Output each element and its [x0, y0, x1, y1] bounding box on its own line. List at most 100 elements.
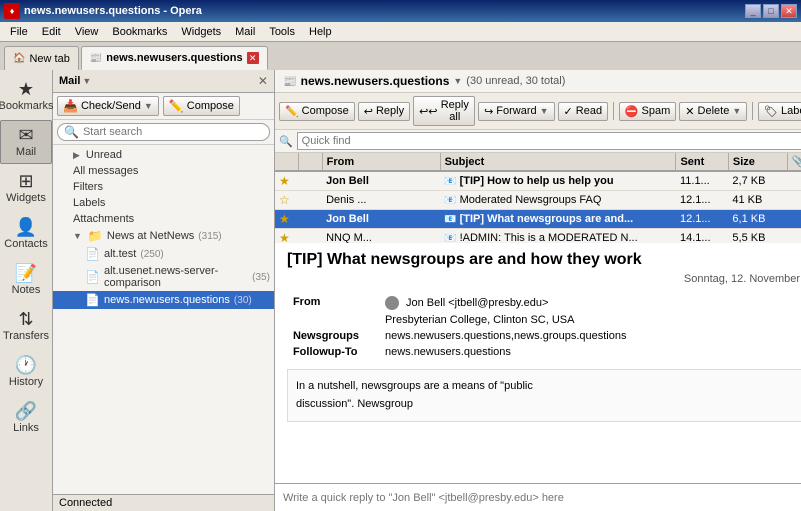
delete-label: Delete	[698, 105, 730, 117]
message-headers: From Jon Bell <jtbell@presby.edu> Presby…	[287, 293, 801, 361]
newsgroup-dropdown-arrow[interactable]: ▼	[453, 76, 462, 86]
label-label: Label	[781, 105, 801, 117]
menu-view[interactable]: View	[69, 24, 105, 40]
msg-icon: 📧	[444, 195, 456, 206]
star-cell[interactable]: ★	[275, 210, 299, 229]
nnq-icon: 📄	[85, 293, 100, 307]
reply-button[interactable]: ↩ Reply	[358, 102, 410, 121]
sidebar-item-links[interactable]: 🔗 Links	[0, 396, 52, 440]
msg-icon: 📧	[444, 176, 456, 187]
title-bar: ♦ news.newusers.questions - Opera _ □ ✕	[0, 0, 801, 22]
menu-file[interactable]: File	[4, 24, 34, 40]
col-subject[interactable]: Subject	[440, 153, 676, 171]
menu-widgets[interactable]: Widgets	[175, 24, 227, 40]
tab-bar: 🏠 New tab 📰 news.newusers.questions ✕	[0, 42, 801, 70]
table-row[interactable]: ☆ Denis ... 📧 Moderated Newsgroups FAQ 1…	[275, 191, 801, 210]
size-cell: 41 KB	[728, 191, 787, 210]
reply-all-icon: ↩↩	[419, 105, 437, 118]
left-compose-button[interactable]: ✏️ Compose	[163, 96, 240, 116]
panel-close-button[interactable]: ✕	[258, 74, 268, 88]
minimize-button[interactable]: _	[745, 4, 761, 18]
tab-close-button[interactable]: ✕	[247, 52, 259, 64]
quick-find-input[interactable]	[297, 132, 801, 150]
netnews-count: (315)	[198, 231, 221, 242]
col-attach[interactable]: 📎	[787, 153, 801, 171]
tree-item-alt-usenet[interactable]: 📄 alt.usenet.news-server-comparison (35)	[53, 263, 274, 291]
sidebar-item-widgets[interactable]: ⊞ Widgets	[0, 166, 52, 210]
flag-cell	[299, 229, 323, 244]
left-status-bar: Connected	[53, 494, 274, 511]
star-cell[interactable]: ★	[275, 229, 299, 244]
tree-label-attachments: Attachments	[73, 213, 134, 225]
sidebar-item-contacts[interactable]: 👤 Contacts	[0, 212, 52, 256]
tree-item-all-messages[interactable]: All messages	[53, 163, 274, 179]
flag-cell	[299, 171, 323, 191]
forward-arrow[interactable]: ▼	[540, 106, 549, 116]
tree-item-filters[interactable]: Filters	[53, 179, 274, 195]
check-send-label: Check/Send	[81, 100, 141, 112]
forward-button[interactable]: ↪ Forward ▼	[478, 102, 554, 121]
menu-mail[interactable]: Mail	[229, 24, 261, 40]
table-row[interactable]: ★ NNQ M... 📧 !ADMIN: This is a MODERATED…	[275, 229, 801, 244]
close-button[interactable]: ✕	[781, 4, 797, 18]
main-area: ★ Bookmarks ✉ Mail ⊞ Widgets 👤 Contacts …	[0, 70, 801, 511]
tree-item-netnews[interactable]: ▼ 📁 News at NetNews (315)	[53, 227, 274, 245]
reply-all-label: Reply all	[441, 99, 470, 123]
tree-item-labels[interactable]: Labels	[53, 195, 274, 211]
col-star[interactable]	[275, 153, 299, 171]
newsgroup-count: (30 unread, 30 total)	[466, 75, 565, 87]
star-cell[interactable]: ★	[275, 171, 299, 191]
search-input[interactable]	[83, 126, 263, 138]
notes-icon: 📝	[15, 264, 37, 282]
col-size[interactable]: Size	[728, 153, 787, 171]
sidebar-item-transfers[interactable]: ⇅ Transfers	[0, 304, 52, 348]
maximize-button[interactable]: □	[763, 4, 779, 18]
read-button[interactable]: ✓ Read	[558, 102, 609, 121]
table-row[interactable]: ★ Jon Bell 📧 [TIP] How to help us help y…	[275, 171, 801, 191]
spam-label: Spam	[642, 105, 671, 117]
col-sent[interactable]: Sent	[676, 153, 728, 171]
compose-icon: ✏️	[285, 105, 299, 118]
toolbar-separator-1	[613, 102, 614, 120]
tree-item-nnq[interactable]: 📄 news.newusers.questions (30)	[53, 291, 274, 309]
history-icon: 🕐	[15, 356, 37, 374]
check-send-arrow[interactable]: ▼	[144, 101, 153, 111]
menu-bookmarks[interactable]: Bookmarks	[106, 24, 173, 40]
sidebar-item-history[interactable]: 🕐 History	[0, 350, 52, 394]
menu-bar: File Edit View Bookmarks Widgets Mail To…	[0, 22, 801, 42]
forward-icon: ↪	[484, 105, 493, 118]
menu-tools[interactable]: Tools	[263, 24, 301, 40]
sidebar-item-mail[interactable]: ✉ Mail	[0, 120, 52, 164]
spam-button[interactable]: ⛔ Spam	[619, 102, 676, 121]
delete-button[interactable]: ✕ Delete ▼	[679, 102, 747, 121]
attach-cell	[787, 191, 801, 210]
contacts-icon: 👤	[15, 218, 37, 236]
mail-dropdown-arrow[interactable]: ▼	[82, 76, 91, 86]
reply-all-button[interactable]: ↩↩ Reply all	[413, 96, 475, 126]
menu-edit[interactable]: Edit	[36, 24, 67, 40]
sidebar-widgets-label: Widgets	[6, 192, 46, 204]
delete-arrow[interactable]: ▼	[732, 106, 741, 116]
from-label: From	[289, 295, 379, 311]
from-cell: NNQ M...	[322, 229, 440, 244]
col-from[interactable]: From	[322, 153, 440, 171]
star-cell[interactable]: ☆	[275, 191, 299, 210]
compose-button[interactable]: ✏️ Compose	[279, 102, 355, 121]
check-send-button[interactable]: 📥 Check/Send ▼	[57, 96, 159, 116]
right-panel: 📰 news.newusers.questions ▼ (30 unread, …	[275, 70, 801, 511]
menu-help[interactable]: Help	[303, 24, 338, 40]
tab-newsgroup-label: news.newusers.questions	[106, 52, 242, 64]
window-title: news.newusers.questions - Opera	[24, 5, 202, 17]
tree-item-unread[interactable]: ▶ Unread	[53, 147, 274, 163]
tab-newsgroup[interactable]: 📰 news.newusers.questions ✕	[81, 46, 268, 70]
label-button[interactable]: 🏷 Label	[758, 102, 801, 121]
table-row[interactable]: ★ Jon Bell 📧 [TIP] What newsgroups are a…	[275, 210, 801, 229]
sidebar-item-notes[interactable]: 📝 Notes	[0, 258, 52, 302]
quick-reply-input[interactable]	[275, 484, 801, 511]
tree-item-attachments[interactable]: Attachments	[53, 211, 274, 227]
tree-item-alt-test[interactable]: 📄 alt.test (250)	[53, 245, 274, 263]
col-flag[interactable]	[299, 153, 323, 171]
sidebar-item-bookmarks[interactable]: ★ Bookmarks	[0, 74, 52, 118]
tab-newtab[interactable]: 🏠 New tab	[4, 46, 79, 70]
attach-cell	[787, 229, 801, 244]
